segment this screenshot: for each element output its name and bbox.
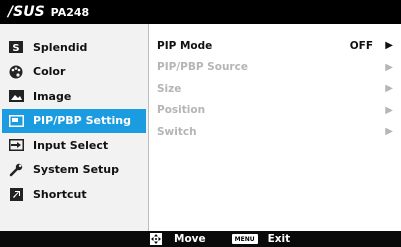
palette-icon [8,65,24,79]
menu-panel: S Splendid Color Image PIP/PBP Setting I… [0,24,401,231]
row-label: PIP/PBP Source [157,61,248,74]
footer-bar: Move MENU Exit [0,231,401,247]
sidebar-item-label: System Setup [33,163,119,177]
move-hint: Move [174,233,206,245]
title-bar: /SUS PA248 [0,0,401,24]
sidebar-item-pip-pbp-setting[interactable]: PIP/PBP Setting [2,108,146,133]
menu-key-icon: MENU [231,234,258,244]
picture-icon [8,89,24,103]
row-value: OFF [349,39,373,52]
splendid-s-icon: S [8,40,24,54]
brand-logo: /SUS [8,4,45,20]
row-label: Size [157,82,182,95]
row-pip-mode[interactable]: PIP Mode OFF ▶ [149,35,401,57]
dpad-move-icon [150,233,162,245]
row-size: Size ▶ [149,78,401,100]
right-arrow-icon: ▶ [385,104,393,116]
sidebar-item-system-setup[interactable]: System Setup [2,158,146,183]
pip-icon [8,114,24,128]
row-label: Switch [157,125,197,138]
input-arrow-icon [8,138,24,152]
sidebar: S Splendid Color Image PIP/PBP Setting I… [0,24,148,231]
right-arrow-icon: ▶ [385,83,393,95]
sidebar-item-image[interactable]: Image [2,84,146,109]
settings-list: PIP Mode OFF ▶ PIP/PBP Source ▶ Size ▶ P… [149,24,401,231]
right-arrow-icon: ▶ [385,126,393,138]
sidebar-item-label: Image [33,89,72,103]
sidebar-item-label: Input Select [33,138,109,152]
sidebar-item-label: PIP/PBP Setting [33,114,131,128]
sidebar-item-label: Color [33,65,66,79]
sidebar-item-splendid[interactable]: S Splendid [2,35,146,60]
sidebar-item-input-select[interactable]: Input Select [2,133,146,158]
svg-text:S: S [12,43,19,53]
shortcut-icon [8,187,24,201]
osd-menu: /SUS PA248 S Splendid Color Image PIP/PB… [0,0,401,247]
row-switch: Switch ▶ [149,121,401,143]
wrench-icon [8,163,24,177]
exit-hint: Exit [267,233,291,245]
row-label: Position [157,104,206,117]
sidebar-item-label: Shortcut [33,187,87,201]
model-name: PA248 [50,5,90,19]
sidebar-item-color[interactable]: Color [2,60,146,85]
row-label: PIP Mode [157,39,213,52]
right-arrow-icon: ▶ [385,40,393,52]
sidebar-item-label: Splendid [33,40,88,54]
row-position: Position ▶ [149,100,401,122]
row-pip-pbp-source: PIP/PBP Source ▶ [149,57,401,79]
sidebar-item-shortcut[interactable]: Shortcut [2,182,146,207]
right-arrow-icon: ▶ [385,61,393,73]
